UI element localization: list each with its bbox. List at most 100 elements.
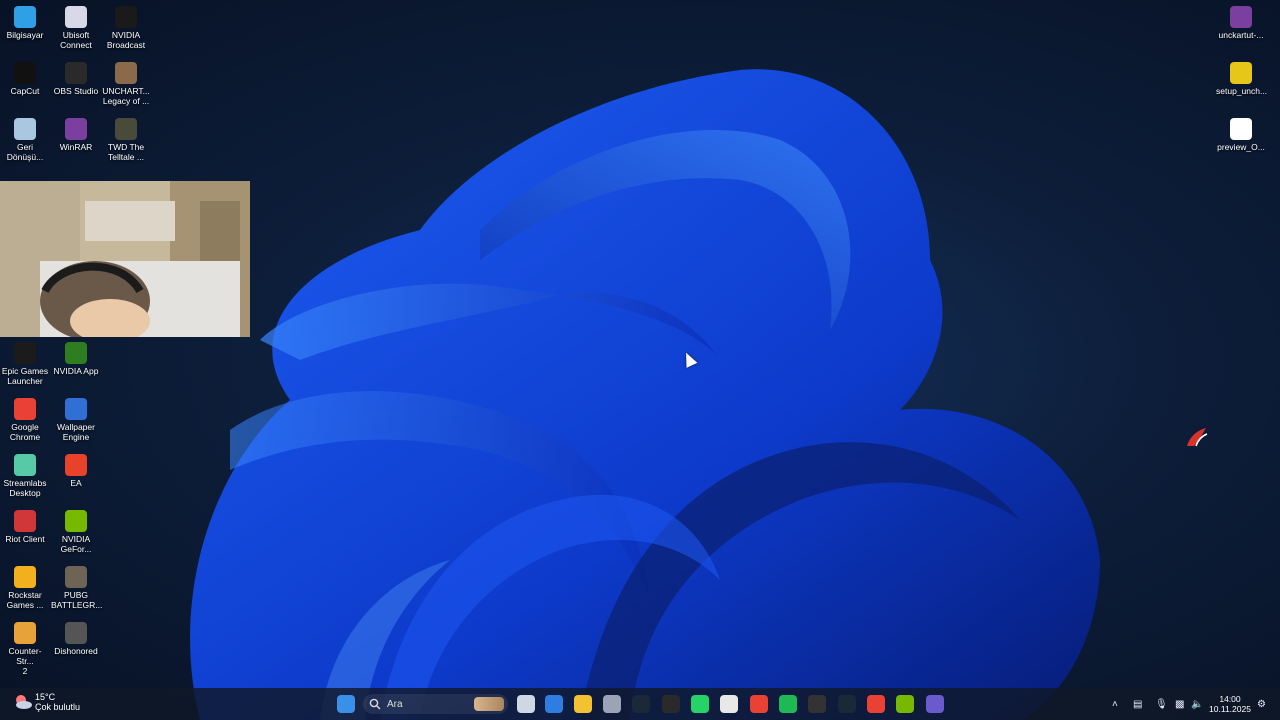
red-logo-icon — [1187, 428, 1208, 447]
desktop-icon-label: CapCut — [10, 86, 40, 96]
desktop-icon-pubg[interactable]: PUBG BATTLEGR... — [51, 562, 103, 610]
desktop-icon-label: Bilgisayar — [6, 30, 44, 40]
desktop-icon-epic-games[interactable]: Epic Games Launcher — [0, 338, 50, 386]
desktop-icon-twd[interactable]: TWD The Telltale ... — [101, 114, 151, 162]
store-icon[interactable] — [545, 695, 563, 713]
desktop-icon-label: Google Chrome — [9, 422, 41, 442]
desktop-icon-ubisoft[interactable]: Ubisoft Connect — [51, 2, 101, 50]
desktop-icon-label: NVIDIA App — [53, 366, 99, 376]
desktop-icon-winrar-archive[interactable]: unckartut-... — [1216, 2, 1266, 40]
wallpaper-engine-icon — [65, 398, 87, 420]
weather-desc: Çok bulutlu — [35, 702, 81, 712]
file-explorer-icon[interactable] — [574, 695, 592, 713]
wallpaper-bloom — [190, 69, 1100, 720]
desktop-icon-nvidia-app[interactable]: NVIDIA App — [51, 338, 101, 376]
cs2-icon — [14, 622, 36, 644]
riot-client-icon — [14, 510, 36, 532]
desktop-icon-label: EA — [70, 478, 82, 488]
start-icon[interactable] — [337, 695, 355, 713]
nvidia-icon[interactable] — [896, 695, 914, 713]
tray-chevron-icon[interactable]: ˄ — [1112, 699, 1118, 710]
desktop-icon-geforce[interactable]: NVIDIA GeFor... — [51, 506, 101, 554]
network-icon[interactable]: ▩ — [1175, 699, 1184, 710]
ubisoft-icon — [65, 6, 87, 28]
desktop-icon-streamlabs[interactable]: Streamlabs Desktop — [0, 450, 50, 498]
desktop-icon-label: Riot Client — [5, 534, 45, 544]
search-icon — [369, 698, 381, 710]
desktop-icon-label: Counter-Str... 2 — [8, 646, 42, 676]
streamlabs-icon — [14, 454, 36, 476]
desktop-icon-dishonored[interactable]: Dishonored — [51, 618, 101, 656]
desktop-icon-label: Dishonored — [54, 646, 98, 656]
winrar-icon — [65, 118, 87, 140]
desktop-icon-label: NVIDIA GeFor... — [60, 534, 92, 554]
desktop-icon-capcut[interactable]: CapCut — [0, 58, 50, 96]
weather-widget[interactable]: 15°C Çok bulutlu — [14, 692, 80, 712]
desktop-icon-nvidia-broadcast[interactable]: NVIDIA Broadcast — [101, 2, 151, 50]
cortana-icon[interactable] — [926, 695, 944, 713]
desktop-icon-label: PUBG BATTLEGR... — [51, 590, 103, 610]
desktop-icon-label: Streamlabs Desktop — [3, 478, 47, 498]
nvidia-app-icon — [65, 342, 87, 364]
desktop-icon-recycle-bin[interactable]: Geri Dönüşü... — [0, 114, 50, 162]
desktop-icon-obs[interactable]: OBS Studio — [51, 58, 101, 96]
desktop-icon-label: preview_O... — [1217, 142, 1265, 152]
obs-icon[interactable] — [808, 695, 826, 713]
rockstar-icon — [14, 566, 36, 588]
volume-icon[interactable]: 🔈 — [1191, 699, 1203, 710]
desktop-icon-chrome[interactable]: Google Chrome — [0, 394, 50, 442]
epic-games-icon[interactable] — [662, 695, 680, 713]
desktop-icon-label: Epic Games Launcher — [1, 366, 49, 386]
desktop-icon-uncharted[interactable]: UNCHART... Legacy of ... — [101, 58, 151, 106]
desktop-icon-label: WinRAR — [59, 142, 93, 152]
steam-icon[interactable] — [632, 695, 650, 713]
computer-icon — [14, 6, 36, 28]
desktop-icon-label: UNCHART... Legacy of ... — [102, 86, 150, 106]
search-placeholder: Ara — [387, 698, 403, 710]
chatgpt-icon[interactable] — [720, 695, 738, 713]
clock-date: 10.11.2025 — [1209, 704, 1251, 714]
taskbar-clock[interactable]: 14:00 10.11.2025 — [1205, 694, 1255, 714]
desktop-icon-wallpaper-engine[interactable]: Wallpaper Engine — [51, 394, 101, 442]
obs-icon — [65, 62, 87, 84]
weather-temp: 15°C — [35, 692, 56, 702]
nvidia-broadcast-icon — [115, 6, 137, 28]
desktop-icon-computer[interactable]: Bilgisayar — [0, 2, 50, 40]
taskbar-search[interactable]: Ara — [363, 694, 508, 714]
desktop-icon-label: unckartut-... — [1218, 30, 1264, 40]
tray-app-icon[interactable]: ▤ — [1133, 699, 1142, 710]
desktop-icon-ea[interactable]: EA — [51, 450, 101, 488]
desktop-icon-winrar[interactable]: WinRAR — [51, 114, 101, 152]
chrome-icon-2[interactable] — [867, 695, 885, 713]
whatsapp-icon[interactable] — [691, 695, 709, 713]
desktop-icon-file[interactable]: preview_O... — [1216, 114, 1266, 152]
search-highlight-icon — [474, 697, 504, 711]
desktop-icon-label: Wallpaper Engine — [57, 422, 95, 442]
desktop-icon-label: Rockstar Games ... — [6, 590, 44, 610]
recycle-bin-icon — [14, 118, 36, 140]
desktop-icon-rockstar[interactable]: Rockstar Games ... — [0, 562, 50, 610]
chrome-icon — [14, 398, 36, 420]
ea-icon — [65, 454, 87, 476]
epic-games-icon — [14, 342, 36, 364]
twd-icon — [115, 118, 137, 140]
spotify-icon[interactable] — [779, 695, 797, 713]
desktop-icon-label: setup_unch... — [1216, 86, 1268, 96]
desktop-icon-label: Geri Dönüşü... — [6, 142, 44, 162]
desktop-icon-label: Ubisoft Connect — [60, 30, 92, 50]
desktop-icon-riot-client[interactable]: Riot Client — [0, 506, 50, 544]
desktop-icon-cs2[interactable]: Counter-Str... 2 — [0, 618, 50, 676]
chrome-icon[interactable] — [750, 695, 768, 713]
desktop-icon-label: OBS Studio — [53, 86, 99, 96]
pubg-icon — [65, 566, 87, 588]
settings-icon[interactable] — [603, 695, 621, 713]
file-icon — [1230, 118, 1252, 140]
desktop-icon-setup[interactable]: setup_unch... — [1216, 58, 1268, 96]
uncharted-icon — [115, 62, 137, 84]
steam-icon-2[interactable] — [838, 695, 856, 713]
weather-cloud-icon — [16, 695, 32, 709]
microphone-icon[interactable]: 🎙 — [1155, 699, 1168, 710]
task-view-icon[interactable] — [517, 695, 535, 713]
notification-icon[interactable]: ⚙ — [1257, 699, 1266, 710]
setup-icon — [1230, 62, 1252, 84]
